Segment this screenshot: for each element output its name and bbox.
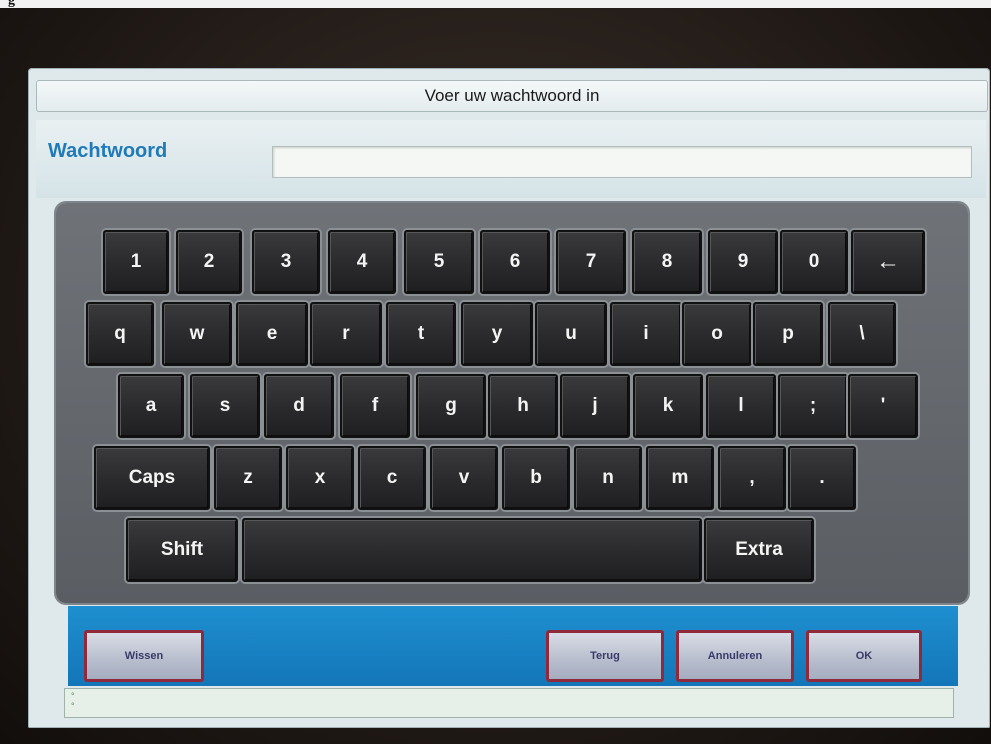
- key-e[interactable]: e: [236, 302, 308, 366]
- key-x[interactable]: x: [286, 446, 354, 510]
- key-8[interactable]: 8: [632, 230, 702, 294]
- key-d[interactable]: d: [264, 374, 334, 438]
- key-6[interactable]: 6: [480, 230, 550, 294]
- key-n[interactable]: n: [574, 446, 642, 510]
- key-2[interactable]: 2: [176, 230, 242, 294]
- key-q[interactable]: q: [86, 302, 154, 366]
- key-k[interactable]: k: [633, 374, 703, 438]
- key-v[interactable]: v: [430, 446, 498, 510]
- key-backslash[interactable]: \: [828, 302, 896, 366]
- key-r[interactable]: r: [310, 302, 382, 366]
- key-f[interactable]: f: [340, 374, 410, 438]
- space-bar[interactable]: [242, 518, 702, 582]
- key-7[interactable]: 7: [556, 230, 626, 294]
- key-1[interactable]: 1: [103, 230, 169, 294]
- key-m[interactable]: m: [646, 446, 714, 510]
- key-a[interactable]: a: [118, 374, 184, 438]
- key-h[interactable]: h: [488, 374, 558, 438]
- terug-button[interactable]: Terug: [546, 630, 664, 682]
- password-input[interactable]: [272, 146, 972, 178]
- wissen-button[interactable]: Wissen: [84, 630, 204, 682]
- key-w[interactable]: w: [162, 302, 232, 366]
- key-comma[interactable]: ,: [718, 446, 786, 510]
- shift-key[interactable]: Shift: [126, 518, 238, 582]
- status-indicator: ° °: [71, 691, 75, 711]
- dialog-title: Voer uw wachtwoord in: [36, 80, 988, 112]
- extra-key[interactable]: Extra: [704, 518, 814, 582]
- key-apostrophe[interactable]: ': [848, 374, 918, 438]
- key-c[interactable]: c: [358, 446, 426, 510]
- key-i[interactable]: i: [610, 302, 682, 366]
- key-u[interactable]: u: [535, 302, 607, 366]
- caps-key[interactable]: Caps: [94, 446, 210, 510]
- key-t[interactable]: t: [386, 302, 456, 366]
- backspace-key[interactable]: ←: [851, 230, 925, 294]
- key-b[interactable]: b: [502, 446, 570, 510]
- status-bar: ° °: [64, 688, 954, 718]
- key-4[interactable]: 4: [328, 230, 396, 294]
- key-y[interactable]: y: [461, 302, 533, 366]
- key-g[interactable]: g: [416, 374, 486, 438]
- key-j[interactable]: j: [560, 374, 630, 438]
- screen: Voer uw wachtwoord in Wachtwoord 1 2 3 4…: [28, 68, 990, 728]
- key-period[interactable]: .: [788, 446, 856, 510]
- key-l[interactable]: l: [706, 374, 776, 438]
- key-9[interactable]: 9: [708, 230, 778, 294]
- key-p[interactable]: p: [753, 302, 823, 366]
- key-o[interactable]: o: [682, 302, 752, 366]
- ok-button[interactable]: OK: [806, 630, 922, 682]
- key-semicolon[interactable]: ;: [778, 374, 848, 438]
- password-field-area: Wachtwoord: [36, 120, 986, 198]
- key-5[interactable]: 5: [404, 230, 474, 294]
- password-label: Wachtwoord: [48, 140, 168, 162]
- key-z[interactable]: z: [214, 446, 282, 510]
- key-3[interactable]: 3: [252, 230, 320, 294]
- top-strip: g: [0, 0, 991, 8]
- key-s[interactable]: s: [190, 374, 260, 438]
- annuleren-button[interactable]: Annuleren: [676, 630, 794, 682]
- key-0[interactable]: 0: [780, 230, 848, 294]
